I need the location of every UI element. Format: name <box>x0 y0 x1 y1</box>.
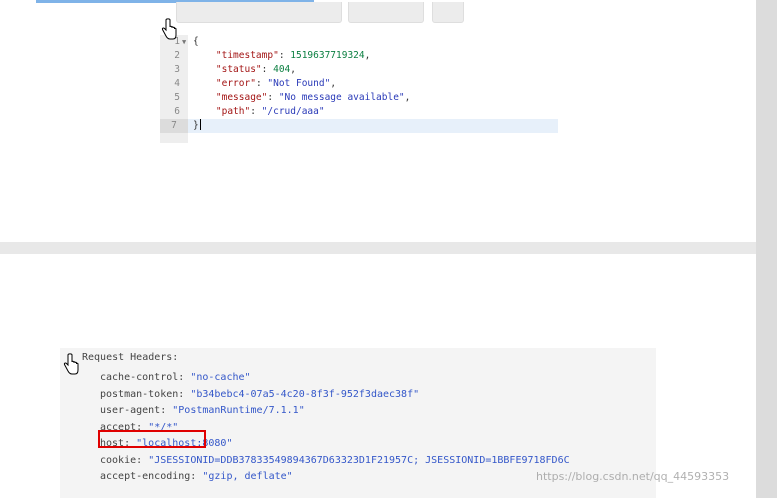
line-number: 3 <box>174 64 180 75</box>
line-number: 6 <box>174 106 180 117</box>
code-text: "timestamp": 1519637719324, <box>215 50 371 61</box>
json-key: "error" <box>215 78 256 89</box>
line-number: 2 <box>174 50 180 61</box>
line-number: 7 <box>160 119 188 133</box>
json-value: 1519637719324 <box>290 50 365 61</box>
code-line: 6 "path": "/crud/aaa" <box>160 105 558 119</box>
header-row: cache-control: "no-cache" <box>100 372 251 383</box>
code-text: { <box>193 36 199 47</box>
line-number: 5 <box>174 92 180 103</box>
request-headers-title: Request Headers: <box>82 352 179 363</box>
response-panel: 1 ▼ { 2 "timestamp": 1519637719324, 3 "s… <box>0 0 756 242</box>
code-line: 1 ▼ { <box>160 35 558 49</box>
hand-pointer-icon <box>161 18 177 40</box>
header-row: postman-token: "b34bebc4-07a5-4c20-8f3f-… <box>100 388 420 400</box>
response-body-editor[interactable]: 1 ▼ { 2 "timestamp": 1519637719324, 3 "s… <box>160 35 558 143</box>
code-line: 3 "status": 404, <box>160 63 558 77</box>
json-key: "status" <box>215 64 262 75</box>
scrollbar[interactable] <box>756 0 777 498</box>
json-key: "timestamp" <box>215 50 279 61</box>
code-text: } <box>193 119 201 131</box>
json-value: "No message available" <box>278 92 405 103</box>
hand-pointer-icon <box>63 353 79 375</box>
text-cursor <box>199 119 201 130</box>
code-text: "error": "Not Found", <box>215 78 337 89</box>
json-key: "path" <box>215 106 251 117</box>
accept-highlight-box <box>98 430 206 448</box>
header-row: user-agent: "PostmanRuntime/7.1.1" <box>100 405 305 416</box>
toolbar-button-small[interactable] <box>432 2 464 23</box>
toolbar-button[interactable] <box>348 2 424 23</box>
watermark: https://blog.csdn.net/qq_44593353 <box>536 470 730 483</box>
fold-arrow-icon[interactable]: ▼ <box>182 35 186 49</box>
json-value: "Not Found" <box>267 78 331 89</box>
json-value: "/crud/aaa" <box>261 106 325 117</box>
code-text: "message": "No message available", <box>215 92 411 103</box>
json-key: "message" <box>215 92 268 103</box>
header-row: accept-encoding: "gzip, deflate" <box>100 471 293 482</box>
code-line: 4 "error": "Not Found", <box>160 77 558 91</box>
code-line-active: 7 } <box>160 119 558 133</box>
code-line: 5 "message": "No message available", <box>160 91 558 105</box>
code-text: "status": 404, <box>215 64 297 75</box>
line-number: 4 <box>174 78 180 89</box>
json-value: 404 <box>273 64 291 75</box>
toolbar-dropdown[interactable] <box>176 2 342 23</box>
header-row: cookie: "JSESSIONID=DDB37833549894367D63… <box>100 454 570 466</box>
code-text: "path": "/crud/aaa" <box>215 106 325 117</box>
code-line: 2 "timestamp": 1519637719324, <box>160 49 558 63</box>
